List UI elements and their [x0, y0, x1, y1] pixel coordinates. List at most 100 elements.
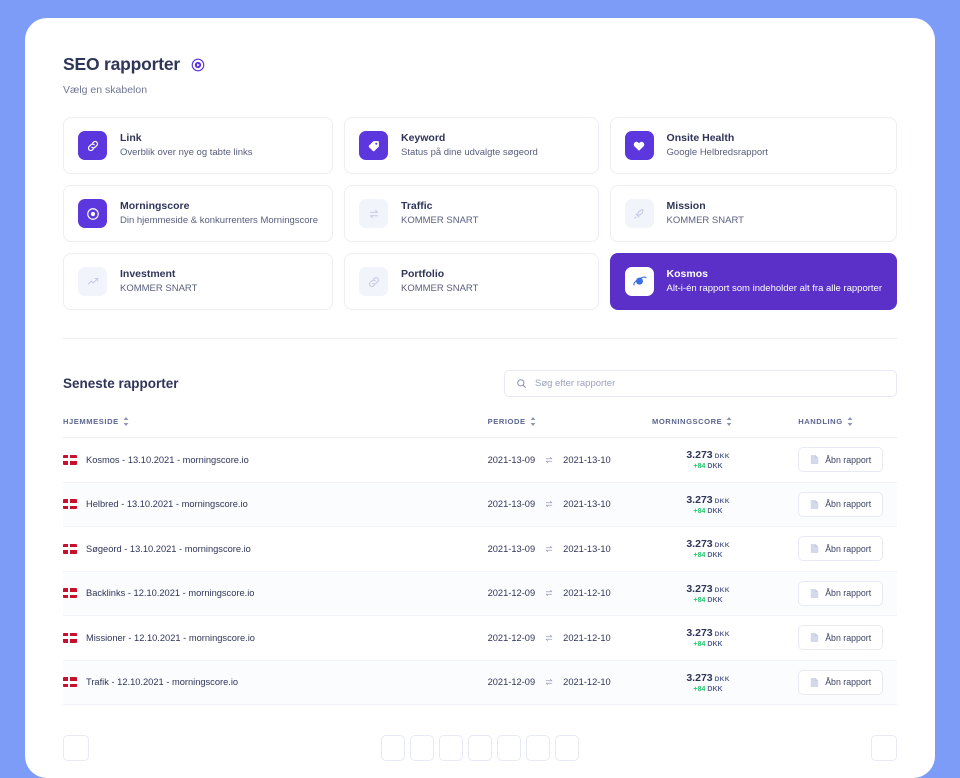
template-card-link[interactable]: Link Overblik over nye og tabte links — [63, 117, 333, 174]
exchange-icon — [545, 501, 553, 508]
pagination-next-button[interactable] — [871, 735, 897, 761]
template-card-text: Onsite Health Google Helbredsrapport — [667, 131, 768, 160]
open-report-button[interactable]: Åbn rapport — [798, 447, 884, 473]
exchange-icon — [545, 456, 553, 463]
column-header-periode[interactable]: PERIODE — [487, 417, 652, 438]
template-name: Mission — [666, 200, 706, 213]
cell-score: 3.273 DKK +84 DKK — [651, 437, 799, 483]
template-card-text: Mission KOMMER SNART — [667, 199, 744, 228]
template-desc: Alt-i-én rapport som indeholder alt fra … — [666, 283, 882, 295]
document-icon — [810, 633, 819, 643]
template-card-investment[interactable]: Investment KOMMER SNART — [63, 253, 333, 310]
template-card-text: Portfolio KOMMER SNART — [401, 267, 478, 296]
pagination — [63, 735, 897, 761]
score-currency: DKK — [714, 542, 730, 550]
open-report-label: Åbn rapport — [825, 454, 872, 465]
cell-period: 2021-12-09 2021-12-10 — [487, 615, 652, 661]
period-to: 2021-13-10 — [563, 543, 611, 554]
table-row[interactable]: Søgeord - 13.10.2021 - morningscore.io 2… — [63, 526, 897, 572]
link-icon — [78, 131, 107, 160]
site-name: Missioner - 12.10.2021 - morningscore.io — [86, 632, 255, 643]
column-header-handling[interactable]: HANDLING — [798, 417, 897, 438]
template-name: Traffic — [401, 200, 433, 213]
sort-icon — [123, 417, 129, 426]
document-icon — [810, 677, 819, 687]
page-subtitle: Vælg en skabelon — [63, 84, 148, 96]
template-card-kosmos[interactable]: Kosmos Alt-i-én rapport som indeholder a… — [609, 253, 897, 310]
template-card-text: Keyword Status på dine udvalgte søgeord — [401, 131, 538, 160]
page-title: SEO rapporter — [63, 54, 181, 74]
template-card-portfolio[interactable]: Portfolio KOMMER SNART — [344, 253, 599, 310]
search-box[interactable] — [504, 370, 897, 397]
template-card-text: Link Overblik over nye og tabte links — [120, 131, 253, 160]
denmark-flag-icon — [63, 588, 77, 599]
cell-action: Åbn rapport — [798, 615, 897, 661]
table-row[interactable]: Kosmos - 13.10.2021 - morningscore.io 20… — [63, 437, 897, 483]
template-card-traffic[interactable]: Traffic KOMMER SNART — [344, 185, 599, 242]
score-value: 3.273 — [686, 449, 713, 462]
pagination-pages — [381, 735, 579, 761]
period-from: 2021-12-09 — [487, 677, 536, 688]
pagination-page-button[interactable] — [381, 735, 405, 761]
score-delta: +84 — [693, 463, 706, 471]
open-report-label: Åbn rapport — [825, 632, 872, 643]
pagination-page-button[interactable] — [439, 735, 463, 761]
pagination-page-button[interactable] — [410, 735, 434, 761]
table-row[interactable]: Backlinks - 12.10.2021 - morningscore.io… — [63, 571, 897, 616]
score-value: 3.273 — [686, 538, 713, 551]
template-name: Morningscore — [120, 200, 190, 213]
column-header-hjemmeside[interactable]: HJEMMESIDE — [63, 417, 488, 438]
cell-action: Åbn rapport — [798, 482, 897, 527]
template-card-mission[interactable]: Mission KOMMER SNART — [609, 185, 897, 242]
score-value: 3.273 — [686, 627, 713, 640]
template-card-text: Kosmos Alt-i-én rapport som indeholder a… — [667, 267, 882, 296]
denmark-flag-icon — [63, 677, 77, 688]
score-currency: DKK — [714, 586, 730, 594]
template-card-morningscore[interactable]: Morningscore Din hjemmeside & konkurrent… — [63, 185, 333, 242]
cell-site: Trafik - 12.10.2021 - morningscore.io — [63, 660, 488, 705]
cell-period: 2021-13-09 2021-13-10 — [487, 437, 652, 483]
score-currency: DKK — [714, 675, 730, 683]
open-report-button[interactable]: Åbn rapport — [798, 536, 884, 562]
pagination-page-button[interactable] — [555, 735, 579, 761]
column-header-morningscore[interactable]: MORNINGSCORE — [651, 417, 799, 438]
table-header-row: HJEMMESIDE PERIODE MORNINGSCORE HANDLING — [63, 417, 897, 438]
cell-site: Backlinks - 12.10.2021 - morningscore.io — [63, 571, 488, 616]
open-report-button[interactable]: Åbn rapport — [798, 580, 884, 606]
table-row[interactable]: Helbred - 13.10.2021 - morningscore.io 2… — [63, 482, 897, 527]
sort-icon — [847, 417, 853, 426]
play-circle-icon[interactable] — [191, 58, 205, 72]
open-report-button[interactable]: Åbn rapport — [798, 491, 884, 517]
sort-icon — [726, 417, 732, 426]
cell-score: 3.273 DKK +84 DKK — [651, 526, 799, 572]
table-row[interactable]: Missioner - 12.10.2021 - morningscore.io… — [63, 615, 897, 661]
column-label: MORNINGSCORE — [651, 417, 723, 426]
pagination-page-button[interactable] — [526, 735, 550, 761]
template-card-keyword[interactable]: Keyword Status på dine udvalgte søgeord — [344, 117, 599, 174]
search-input[interactable] — [535, 378, 885, 389]
template-desc: KOMMER SNART — [401, 215, 479, 227]
planet-icon — [624, 267, 654, 296]
reports-table: HJEMMESIDE PERIODE MORNINGSCORE HANDLING… — [63, 417, 897, 705]
denmark-flag-icon — [63, 499, 77, 510]
pagination-page-button[interactable] — [497, 735, 521, 761]
pagination-page-button[interactable] — [468, 735, 492, 761]
open-report-button[interactable]: Åbn rapport — [798, 669, 884, 695]
period-from: 2021-13-09 — [487, 543, 536, 554]
cell-score: 3.273 DKK +84 DKK — [651, 660, 799, 705]
denmark-flag-icon — [63, 454, 77, 465]
pagination-prev-button[interactable] — [63, 735, 89, 761]
period-to: 2021-13-10 — [563, 499, 611, 510]
score-value: 3.273 — [686, 582, 713, 595]
column-label: HJEMMESIDE — [63, 417, 119, 426]
open-report-button[interactable]: Åbn rapport — [798, 625, 884, 651]
period-to: 2021-12-10 — [563, 632, 611, 643]
table-row[interactable]: Trafik - 12.10.2021 - morningscore.io 20… — [63, 660, 897, 705]
trend-up-icon — [78, 267, 107, 296]
score-delta-currency: DKK — [707, 507, 723, 515]
template-card-onsite-health[interactable]: Onsite Health Google Helbredsrapport — [609, 117, 897, 174]
score-delta-currency: DKK — [707, 641, 723, 649]
score-delta-currency: DKK — [707, 596, 723, 604]
cell-site: Søgeord - 13.10.2021 - morningscore.io — [63, 526, 488, 572]
cell-action: Åbn rapport — [798, 526, 897, 572]
